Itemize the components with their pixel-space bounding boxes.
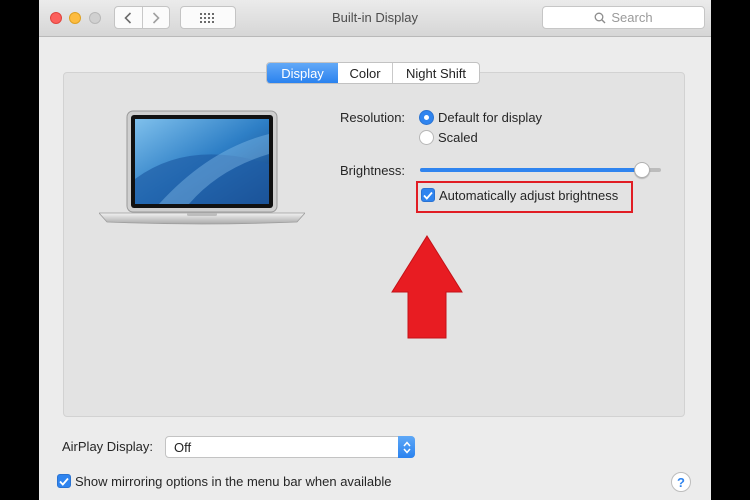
tab-night-shift[interactable]: Night Shift	[393, 63, 479, 83]
mirroring-options-checkbox[interactable]	[57, 474, 71, 488]
radio-scaled-label[interactable]: Scaled	[438, 130, 478, 145]
laptop-icon	[99, 110, 305, 225]
highlight-box	[416, 181, 633, 213]
checkmark-icon	[59, 477, 69, 486]
brightness-label: Brightness:	[340, 163, 406, 178]
tab-color[interactable]: Color	[338, 63, 393, 83]
title-bar: Built-in Display Search	[39, 0, 711, 37]
help-button[interactable]: ?	[671, 472, 691, 492]
chevron-up-down-icon	[402, 440, 411, 454]
search-field[interactable]: Search	[542, 6, 705, 29]
brightness-slider-track[interactable]	[420, 168, 661, 172]
mirroring-options-label[interactable]: Show mirroring options in the menu bar w…	[75, 474, 392, 489]
tab-bar: Display Color Night Shift	[266, 62, 480, 84]
preferences-window: Built-in Display Search Display Color Ni…	[39, 0, 711, 500]
radio-default-for-display[interactable]	[419, 110, 434, 125]
resolution-label: Resolution:	[340, 110, 406, 125]
search-placeholder: Search	[611, 10, 653, 25]
radio-scaled[interactable]	[419, 130, 434, 145]
red-arrow-icon	[391, 235, 463, 339]
radio-default-for-display-label[interactable]: Default for display	[438, 110, 542, 125]
airplay-display-value: Off	[174, 439, 192, 455]
popup-arrows	[398, 436, 415, 458]
airplay-display-popup[interactable]: Off	[165, 436, 415, 458]
tab-display[interactable]: Display	[267, 63, 338, 83]
brightness-slider-knob[interactable]	[634, 162, 650, 178]
brightness-slider-fill	[420, 168, 642, 172]
search-icon	[594, 12, 606, 23]
airplay-display-label: AirPlay Display:	[62, 439, 154, 454]
